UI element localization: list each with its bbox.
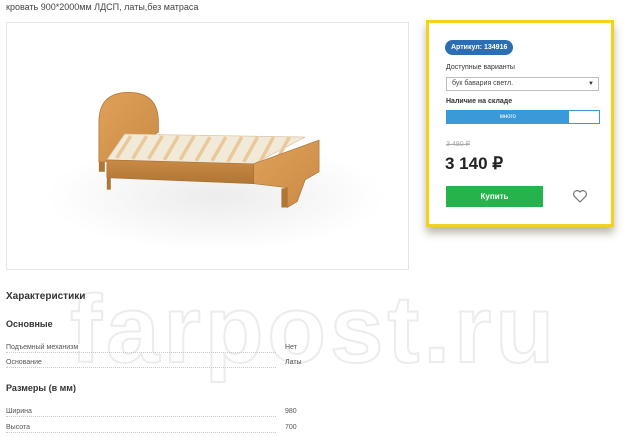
product-photo[interactable] bbox=[6, 22, 409, 270]
spec-label: Ширина bbox=[6, 408, 34, 415]
spec-value: Нет bbox=[285, 344, 297, 351]
product-page: кровать 900*2000мм ЛДСП, латы,без матрас… bbox=[0, 0, 640, 437]
spec-value: 980 bbox=[285, 408, 297, 415]
farpost-watermark: farpost.ru bbox=[69, 275, 555, 384]
spec-label: Основание bbox=[6, 359, 44, 366]
chevron-down-icon: ▼ bbox=[588, 81, 594, 87]
spec-row: Ширина 980 bbox=[6, 408, 306, 418]
spec-row: Высота 700 bbox=[6, 424, 306, 434]
spec-label: Высота bbox=[6, 424, 33, 431]
product-title: кровать 900*2000мм ЛДСП, латы,без матрас… bbox=[6, 2, 199, 12]
spec-label: Подъемный механизм bbox=[6, 344, 81, 351]
specs-title: Характеристики bbox=[6, 291, 86, 302]
heart-icon[interactable] bbox=[572, 188, 588, 204]
buy-button[interactable]: Купить bbox=[446, 186, 543, 207]
old-price: 3 490 ₽ bbox=[446, 141, 470, 148]
bed-illustration bbox=[47, 92, 385, 252]
sku-badge: Артикул: 134916 bbox=[445, 40, 514, 55]
stock-level-fill: много bbox=[447, 111, 569, 123]
stock-level-bar: много bbox=[446, 110, 600, 124]
variants-label: Доступные варианты bbox=[446, 64, 515, 71]
spec-value: Латы bbox=[285, 359, 302, 366]
purchase-card: Артикул: 134916 Доступные варианты бук б… bbox=[426, 20, 614, 227]
stock-label: Наличие на складе bbox=[446, 98, 513, 105]
spec-row: Основание Латы bbox=[6, 359, 306, 369]
specs-group-title: Основные bbox=[6, 319, 53, 329]
spec-row: Подъемный механизм Нет bbox=[6, 344, 306, 354]
current-price: 3 140 ₽ bbox=[445, 154, 504, 173]
specs-group-title: Размеры (в мм) bbox=[6, 383, 76, 393]
spec-value: 700 bbox=[285, 424, 297, 431]
variant-selected-value: бук бавария светл. bbox=[452, 80, 514, 87]
variant-select[interactable]: бук бавария светл. ▼ bbox=[446, 77, 599, 91]
